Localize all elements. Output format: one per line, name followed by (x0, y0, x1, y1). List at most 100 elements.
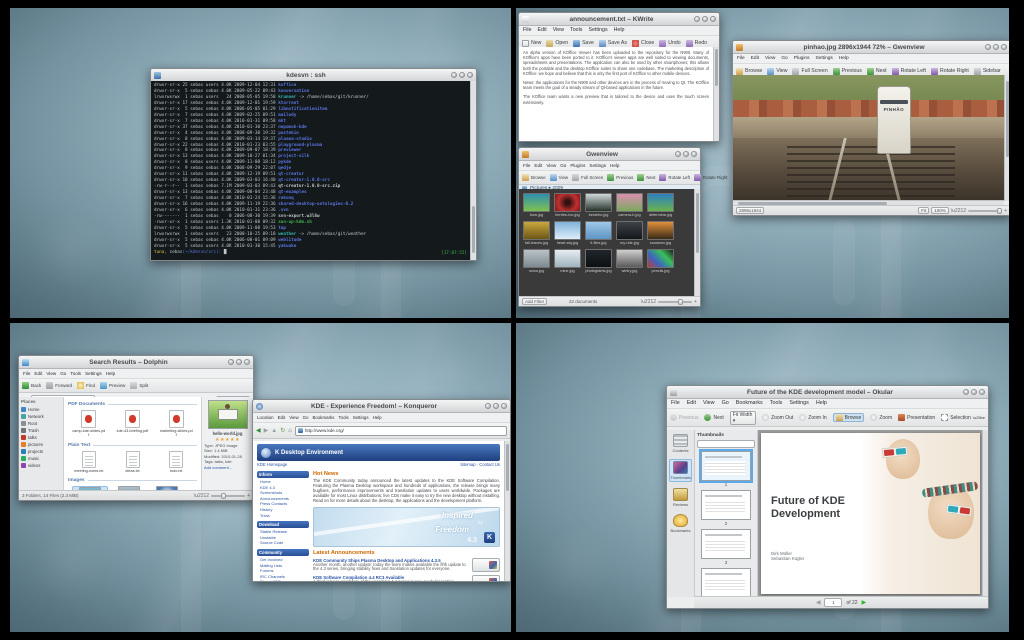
menu-item[interactable]: Tools (770, 400, 783, 407)
okular-tab-strip[interactable]: ContentsThumbnailsReviewsBookmarks (667, 430, 695, 597)
zoom-in-button[interactable]: Zoom In (799, 414, 826, 421)
menu-item[interactable]: Settings (789, 400, 808, 407)
photo-thumbnail[interactable]: berries-roo.jpg (554, 193, 581, 217)
menu-item[interactable]: File (737, 55, 745, 62)
photo-thumbnail[interactable]: besteho.jpg (585, 193, 612, 217)
zoom-slider[interactable]: \u2212+ (194, 493, 250, 499)
browse-tool-button[interactable]: Browse (833, 413, 865, 422)
text-file-item[interactable]: meeting-notes.txt (72, 451, 106, 473)
maximize-button[interactable] (236, 359, 242, 365)
menu-item[interactable]: File (23, 370, 30, 377)
menu-item[interactable]: Settings (353, 414, 369, 421)
release-banner[interactable]: Inspired by Freedom 4.3 K (313, 507, 500, 547)
menu-item[interactable]: Help (106, 370, 115, 377)
menu-item[interactable]: File (523, 162, 530, 169)
places-item[interactable]: talks (21, 434, 61, 441)
dolphin-titlebar[interactable]: Search Results – Dolphin (19, 356, 253, 369)
toolbar-button[interactable]: Rotate Right (931, 68, 969, 75)
gwenview-titlebar[interactable]: Gwenview (519, 148, 700, 161)
terminal-scrollbar[interactable] (470, 81, 476, 260)
photo-thumbnail[interactable]: heart-sky.jpg (554, 221, 581, 245)
toolbar-button[interactable]: Rotate Left (892, 68, 926, 75)
desktop-2[interactable]: announcement.txt – KWrite FileEditViewTo… (516, 8, 1009, 318)
text-file-item[interactable]: ideas.txt (116, 451, 150, 473)
zoom-value[interactable]: 100% (931, 207, 949, 214)
sidebar-link[interactable]: Planet KDE (257, 579, 309, 581)
photo-thumbnail[interactable]: pencils.jpg (647, 249, 674, 273)
menu-item[interactable]: Edit (687, 400, 696, 407)
photo-thumbnail[interactable]: it-flies.jpg (585, 221, 612, 245)
reload-icon[interactable]: ↻ (280, 427, 285, 434)
okular-scrollbar[interactable] (982, 430, 988, 597)
photo-thumbnail[interactable]: sundown.jpg (647, 221, 674, 245)
menu-item[interactable]: Go (60, 370, 66, 377)
menu-item[interactable]: Go (781, 55, 787, 62)
zoom-in-icon[interactable]: + (694, 299, 697, 305)
toolbar-button[interactable]: Browse (522, 174, 546, 181)
menu-item[interactable]: Tools (338, 414, 348, 421)
toolbar-button[interactable]: Preview (100, 382, 125, 389)
close-button[interactable] (467, 72, 473, 78)
okular-window[interactable]: Future of the KDE development model – Ok… (666, 385, 989, 609)
toolbar-button[interactable]: Browse (736, 68, 762, 75)
menu-item[interactable]: Go (303, 414, 309, 421)
maximize-button[interactable] (993, 44, 999, 50)
menu-item[interactable]: Plugins (794, 55, 810, 62)
minimize-button[interactable] (485, 403, 491, 409)
toolbar-button[interactable]: Sidebar (974, 68, 1001, 75)
toolbar-button[interactable]: Next (867, 68, 887, 75)
menu-item[interactable]: Plugins (570, 162, 585, 169)
menu-item[interactable]: Help (373, 414, 382, 421)
maximize-button[interactable] (459, 72, 465, 78)
menu-item[interactable]: Bookmarks (312, 414, 334, 421)
places-item[interactable]: videos (21, 462, 61, 469)
toolbar-button[interactable]: Previous (833, 68, 862, 75)
sidebar-tab[interactable]: Bookmarks (667, 513, 694, 534)
zoom-tool-button[interactable]: Zoom (870, 414, 892, 421)
menu-item[interactable]: Go (560, 162, 566, 169)
close-button[interactable] (1001, 44, 1007, 50)
sidebar-tab[interactable]: Contents (667, 433, 694, 454)
filter-button[interactable]: Add Filter (522, 298, 547, 305)
maximize-button[interactable] (702, 16, 708, 22)
toolbar-button[interactable]: View (767, 68, 787, 75)
page-thumbnail[interactable]: 4 (701, 568, 751, 597)
zoom-out-icon[interactable]: \u2212 (641, 299, 656, 305)
toolbar-button[interactable]: Save As (599, 40, 627, 47)
photo-thumbnail[interactable]: mine.jpg (554, 249, 581, 273)
maximize-button[interactable] (683, 151, 689, 157)
menu-item[interactable]: File (523, 27, 532, 34)
previous-page-icon[interactable]: ◀ (816, 600, 821, 606)
kwrite-editor[interactable]: An alpha version of KOffice Viewer has b… (519, 47, 713, 141)
places-item[interactable]: Home (21, 406, 61, 413)
next-page-icon[interactable]: ▶ (862, 600, 867, 606)
sidebar-link[interactable]: Source Code (257, 540, 309, 546)
gwenview-view-titlebar[interactable]: pinhao.jpg 2896x1944 72% – Gwenview (733, 41, 1009, 54)
pdf-file-item[interactable]: kde-43-briefing.pdf (116, 410, 150, 438)
menu-item[interactable]: Tools (70, 370, 81, 377)
toolbar-button[interactable]: Close (632, 40, 654, 47)
photo-thumbnail[interactable]: wintry.jpg (616, 249, 643, 273)
places-item[interactable]: music (21, 455, 61, 462)
menu-item[interactable]: View (289, 414, 298, 421)
menu-item[interactable]: Edit (278, 414, 286, 421)
page-thumbnail[interactable]: 3 (701, 529, 751, 565)
menu-item[interactable]: View (765, 55, 775, 62)
desktop-4[interactable]: Future of the KDE development model – Ok… (516, 323, 1009, 632)
menu-item[interactable]: Go (722, 400, 729, 407)
toolbar-button[interactable]: View (550, 174, 568, 181)
menu-item[interactable]: Help (610, 162, 619, 169)
presentation-button[interactable]: Presentation (898, 414, 935, 421)
document-view[interactable]: Future of KDE Development Dirk MüllerSeb… (758, 430, 988, 597)
menu-item[interactable]: Edit (751, 55, 759, 62)
selection-button[interactable]: Selection\u25be (941, 414, 985, 421)
kwrite-window[interactable]: announcement.txt – KWrite FileEditViewTo… (518, 12, 720, 142)
photo-thumbnail[interactable]: my-ride.jpg (616, 221, 643, 245)
toolbar-button[interactable]: Save (573, 40, 594, 47)
site-subnav[interactable]: KDE Homepage Sitemap · Contact Us (257, 462, 500, 467)
toolbar-button[interactable]: Full Screen (572, 174, 603, 181)
places-item[interactable]: Trash (21, 427, 61, 434)
places-item[interactable]: projects (21, 448, 61, 455)
page-number-input[interactable]: 1 (824, 598, 842, 607)
photo-thumbnail[interactable]: snow.jpg (523, 249, 550, 273)
